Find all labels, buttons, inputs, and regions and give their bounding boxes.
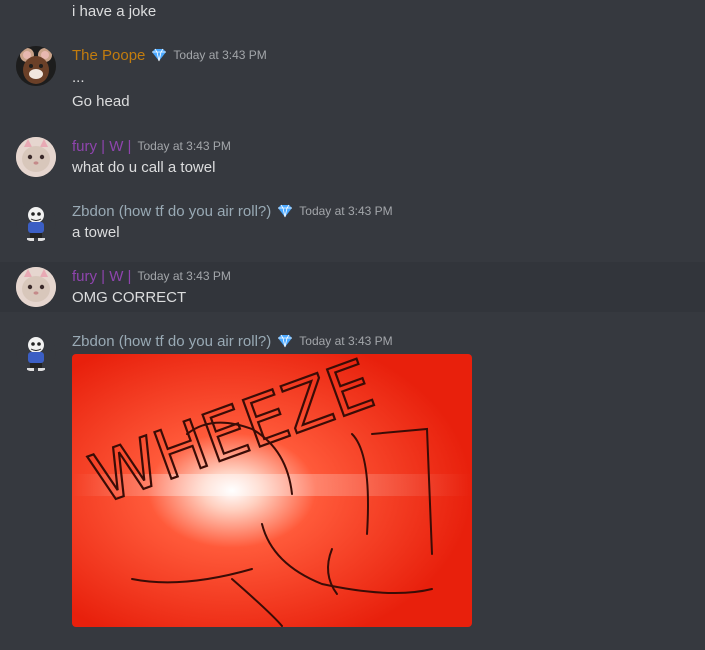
message-header: Zbdon (how tf do you air roll?) Today at… <box>72 330 393 352</box>
username[interactable]: fury | W | <box>72 268 131 285</box>
message-text: a towel <box>72 224 120 241</box>
message-text: ... <box>72 69 85 86</box>
message-text: what do u call a towel <box>72 159 216 176</box>
message-text: i have a joke <box>72 3 157 20</box>
message-text: Go head <box>72 93 130 110</box>
avatar[interactable] <box>16 202 56 242</box>
avatar[interactable] <box>16 137 56 177</box>
avatar[interactable] <box>16 46 56 86</box>
message-header: Zbdon (how tf do you air roll?) Today at… <box>72 200 393 222</box>
diamond-icon <box>277 334 293 348</box>
message-header: fury | W | Today at 3:43 PM <box>72 265 231 287</box>
avatar[interactable] <box>16 332 56 372</box>
timestamp: Today at 3:43 PM <box>299 334 393 348</box>
timestamp: Today at 3:43 PM <box>173 48 267 62</box>
avatar[interactable] <box>16 267 56 307</box>
message-group: Zbdon (how tf do you air roll?) Today at… <box>0 197 705 247</box>
message-header: fury | W | Today at 3:43 PM <box>72 135 231 157</box>
message-group: The Poope Today at 3:43 PM ... Go head <box>0 40 705 118</box>
username[interactable]: The Poope <box>72 47 145 64</box>
timestamp: Today at 3:43 PM <box>299 204 393 218</box>
timestamp: Today at 3:43 PM <box>137 269 231 283</box>
username[interactable]: Zbdon (how tf do you air roll?) <box>72 333 271 350</box>
message-text: OMG CORRECT <box>72 289 187 306</box>
diamond-icon <box>277 204 293 218</box>
message-header: The Poope Today at 3:43 PM <box>72 44 267 66</box>
message-group: fury | W | Today at 3:43 PM OMG CORRECT <box>0 262 705 312</box>
diamond-icon <box>151 48 167 62</box>
username[interactable]: fury | W | <box>72 138 131 155</box>
image-attachment[interactable]: WHEEZE <box>72 354 472 627</box>
username[interactable]: Zbdon (how tf do you air roll?) <box>72 203 271 220</box>
timestamp: Today at 3:43 PM <box>137 139 231 153</box>
message-group: fury | W | Today at 3:43 PM what do u ca… <box>0 132 705 182</box>
